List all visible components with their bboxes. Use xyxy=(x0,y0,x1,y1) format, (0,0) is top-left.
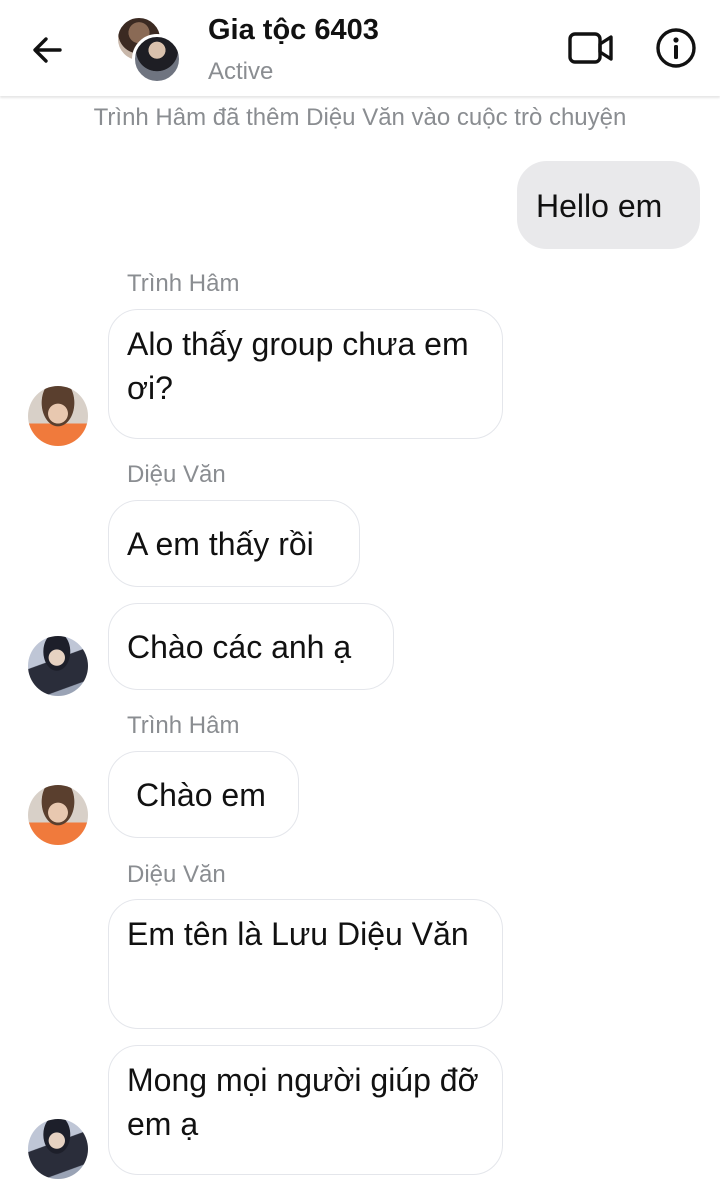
sender-name: Trình Hâm xyxy=(127,712,240,739)
message-bubble-outgoing[interactable]: Hello em xyxy=(517,161,700,249)
message-bubble[interactable]: Chào các anh ạ xyxy=(108,603,394,690)
info-button[interactable] xyxy=(654,26,698,70)
avatar-dieu-van[interactable] xyxy=(28,636,88,696)
group-title[interactable]: Gia tộc 6403 xyxy=(208,14,379,47)
system-note: Trình Hâm đã thêm Diệu Văn vào cuộc trò … xyxy=(93,104,627,131)
back-button[interactable] xyxy=(28,30,68,70)
sender-name: Diệu Văn xyxy=(127,861,226,888)
avatar-trinh-ham[interactable] xyxy=(28,785,88,845)
message-bubble[interactable]: Alo thấy group chưa em ơi? xyxy=(108,309,503,439)
member-avatar-2 xyxy=(132,34,182,84)
info-icon xyxy=(656,28,696,68)
message-bubble[interactable]: Em tên là Lưu Diệu Văn xyxy=(108,899,503,1029)
message-bubble[interactable]: Chào em xyxy=(108,751,299,838)
sender-name: Diệu Văn xyxy=(127,461,226,488)
avatar-trinh-ham[interactable] xyxy=(28,386,88,446)
chat-header: Gia tộc 6403 Active xyxy=(0,0,720,96)
video-call-button[interactable] xyxy=(566,28,616,68)
group-avatar[interactable] xyxy=(116,16,182,84)
active-status: Active xyxy=(208,58,274,85)
sender-name: Trình Hâm xyxy=(127,270,240,297)
video-camera-icon xyxy=(568,32,613,64)
message-bubble[interactable]: Mong mọi người giúp đỡ em ạ xyxy=(108,1045,503,1175)
message-bubble[interactable]: A em thấy rồi xyxy=(108,500,360,587)
arrow-left-icon xyxy=(33,37,62,63)
avatar-dieu-van[interactable] xyxy=(28,1119,88,1179)
